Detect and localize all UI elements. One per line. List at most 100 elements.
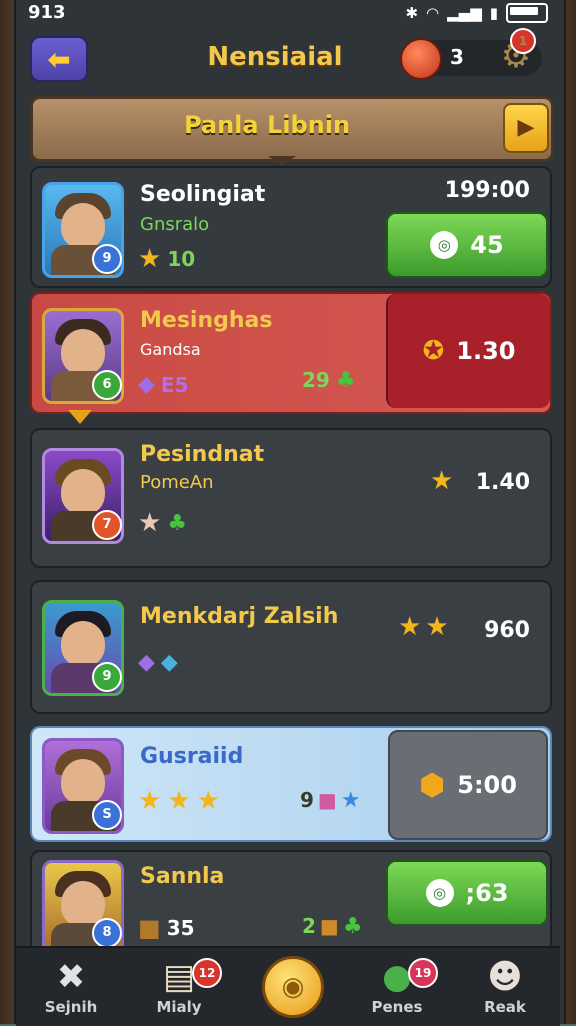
signal-icon: ▂▄▆ [447, 4, 482, 22]
gold-coin-icon: ◉ [281, 972, 305, 1002]
nav-item-sejnih[interactable]: ✖ Sejnih [26, 956, 116, 1016]
hero-badges: ◆ E5 [138, 372, 189, 397]
banner-pointer [268, 156, 296, 166]
price-value: 960 [484, 618, 530, 643]
gold-hex-coin-icon: ⬢ [419, 767, 446, 803]
back-arrow-icon: ⬅ [47, 42, 71, 76]
row-badge-value: 9 [300, 788, 314, 812]
nav-badge: 19 [408, 958, 438, 988]
star-icon: ★ [138, 244, 162, 274]
star-icon: ★ [196, 786, 220, 816]
level-badge: 7 [92, 510, 122, 540]
blue-star-icon: ★ [340, 788, 361, 813]
nav-item-mialy[interactable]: ▤ Mialy 12 [134, 956, 224, 1016]
buy-button[interactable]: ◎ ;63 [386, 860, 548, 926]
hero-badges: ◆ ◆ [138, 650, 178, 675]
claim-button[interactable]: ◎ 45 [386, 212, 548, 278]
play-arrow-icon: ▶ [517, 115, 535, 140]
timer-value: 199:00 [444, 178, 530, 203]
hero-badges: ★ ♣ [138, 510, 187, 536]
hero-badges: ★ 10 [138, 246, 195, 272]
hero-name: Seolingiat [140, 182, 266, 207]
nav-label: Reak [484, 998, 526, 1016]
level-badge: S [92, 800, 122, 830]
nav-item-reak[interactable]: ☻ Reak [460, 956, 550, 1016]
hero-name: Sannla [140, 864, 225, 889]
hero-stat: E5 [160, 372, 189, 397]
status-icons: ✱ ◠ ▂▄▆ ▮ [405, 3, 548, 23]
hero-name: Mesinghas [140, 308, 273, 333]
level-badge: 6 [92, 370, 122, 400]
price-value: 1.40 [475, 470, 530, 495]
level-badge: 9 [92, 244, 122, 274]
list-item[interactable]: 9 Menkdarj Zalsih ◆ ◆ ★ ★ 960 [30, 580, 552, 714]
hero-badges: ■ 35 [138, 914, 195, 942]
hero-name: Pesindnat [140, 442, 265, 467]
close-x-icon: ✖ [56, 957, 86, 997]
hero-stat: 10 [167, 247, 196, 271]
green-gem-icon: ♣ [167, 510, 188, 536]
list-item[interactable]: S Gusraiid ★ ★ ★ 9 ■ ★ ⬢ 5:00 [30, 726, 552, 842]
nav-badge: 12 [192, 958, 222, 988]
hero-name: Gusraiid [140, 744, 244, 769]
level-badge: 8 [92, 918, 122, 948]
battery-icon [506, 3, 548, 23]
settings-button[interactable]: ⚙ 1 [496, 28, 536, 76]
status-bar: 913 ✱ ◠ ▂▄▆ ▮ [0, 0, 576, 26]
row-badge-value: 29 [302, 368, 330, 392]
bluetooth-icon: ✱ [405, 4, 419, 22]
nav-label: Sejnih [44, 998, 98, 1016]
star-icon: ★ [425, 612, 449, 642]
green-gem-icon: ♣ [342, 914, 363, 939]
hero-subtitle: PomeAn [140, 472, 214, 493]
price-value: 5:00 [457, 771, 517, 799]
banner-play-button[interactable]: ▶ [503, 103, 549, 153]
star-icon: ★ [138, 508, 162, 538]
currency-display[interactable]: 3 ⚙ 1 [400, 28, 542, 80]
settings-notification-badge: 1 [510, 28, 536, 54]
purple-crystal-icon: ◆ [138, 650, 155, 675]
rating-stars: ★ ★ [398, 614, 449, 640]
gold-coin-button[interactable]: ◉ [262, 956, 324, 1018]
price-button[interactable]: ✪ 1.30 [386, 294, 550, 408]
status-time: 913 [28, 2, 66, 23]
coin-icon: ◎ [430, 231, 459, 259]
price-value: 1.30 [456, 337, 516, 365]
row-badge-value: 2 [302, 914, 316, 938]
green-gem-icon: ♣ [335, 368, 356, 393]
currency-count: 3 [450, 45, 464, 69]
star-icon: ★ [167, 786, 191, 816]
star-icon: ★ [398, 612, 422, 642]
buy-value: ;63 [465, 879, 509, 907]
hero-subtitle: Gnsralo [140, 214, 210, 235]
list-item[interactable]: 7 Pesindnat PomeAn ★ ♣ ★ 1.40 [30, 428, 552, 568]
selection-marker [68, 410, 92, 424]
page-title: Nensiaial [207, 42, 343, 72]
coin-icon: ◎ [425, 879, 454, 907]
section-banner: Panla Libnin ▶ [30, 96, 554, 162]
pink-gem-icon: ■ [317, 788, 337, 812]
banner-title: Panla Libnin [183, 111, 351, 139]
back-button[interactable]: ⬅ [30, 36, 88, 82]
gold-star-icon: ✪ [422, 336, 445, 366]
level-badge: 9 [92, 662, 122, 692]
bottom-nav: ✖ Sejnih ▤ Mialy 12 ◉ ● Penes 19 ☻ Reak [16, 946, 560, 1026]
price-button[interactable]: ⬢ 5:00 [388, 730, 548, 840]
orange-gem-icon: ■ [319, 914, 339, 938]
list-item[interactable]: 9 Seolingiat Gnsralo ★ 10 199:00 ◎ 45 [30, 166, 552, 288]
hero-badges: ★ ★ ★ [138, 788, 220, 814]
wifi-icon: ◠ [426, 4, 440, 22]
row-badges: 9 ■ ★ [300, 788, 361, 813]
nav-item-penes[interactable]: ● Penes 19 [352, 956, 442, 1016]
row-badges: 29 ♣ [302, 368, 356, 393]
list-item-selected[interactable]: 6 Mesinghas Gandsa ◆ E5 29 ♣ ✪ 1.30 [30, 292, 552, 424]
claim-value: 45 [470, 231, 504, 259]
hero-stat: 35 [166, 916, 195, 940]
nav-label: Penes [371, 998, 423, 1016]
character-icon: ☻ [487, 957, 523, 997]
star-icon: ★ [138, 786, 162, 816]
row-badges: 2 ■ ♣ [302, 914, 363, 939]
multicolor-crystal-icon: ◆ [160, 650, 178, 675]
sim-icon: ▮ [489, 4, 498, 22]
bronze-star-icon: ■ [138, 914, 161, 942]
